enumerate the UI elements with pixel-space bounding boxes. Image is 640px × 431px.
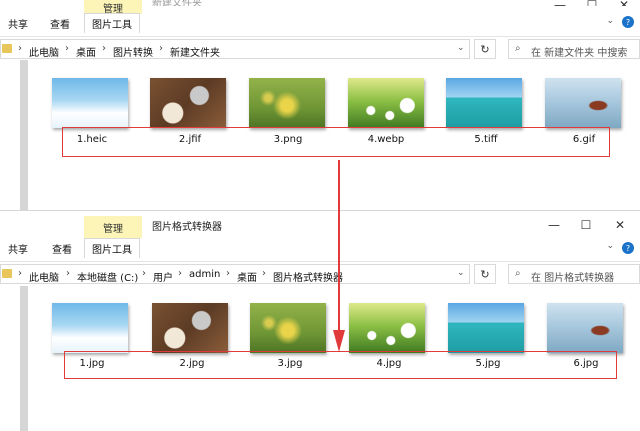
file-thumbnail[interactable]	[249, 78, 325, 128]
file-name[interactable]: 4.jpg	[376, 358, 401, 369]
tab-picture-tools[interactable]: 图片工具	[84, 13, 140, 33]
breadcrumb-item[interactable]: 此电脑	[29, 269, 59, 284]
breadcrumb-item[interactable]: 桌面	[237, 269, 257, 284]
file-thumbnail[interactable]	[547, 303, 623, 353]
help-icon[interactable]: ?	[622, 242, 634, 254]
file-thumbnail[interactable]	[52, 303, 128, 353]
file-name[interactable]: 4.webp	[368, 134, 405, 145]
search-icon: ⌕	[515, 268, 521, 279]
search-input[interactable]: ⌕ 在 图片格式转换器	[508, 264, 640, 284]
tab-manage[interactable]: 管理	[84, 0, 142, 15]
highlight-box	[62, 127, 610, 157]
breadcrumb-item[interactable]: 本地磁盘 (C:)	[77, 269, 138, 284]
address-row: › 此电脑 › 本地磁盘 (C:) › 用户 › admin › 桌面 › 图片…	[0, 261, 640, 286]
chevron-right-icon: ›	[18, 268, 22, 279]
breadcrumb-item[interactable]: 用户	[153, 269, 173, 284]
file-thumbnail[interactable]	[448, 303, 524, 353]
file-thumbnail[interactable]	[349, 303, 425, 353]
breadcrumb-item[interactable]: 此电脑	[29, 44, 59, 59]
ribbon-tabs: 管理 共享 查看 图片工具 ⌄ ?	[0, 214, 640, 262]
chevron-down-icon[interactable]: ⌄	[457, 43, 465, 53]
tab-share[interactable]: 共享	[8, 16, 28, 31]
search-icon: ⌕	[515, 43, 521, 54]
tab-picture-tools[interactable]: 图片工具	[84, 238, 140, 258]
breadcrumb-item[interactable]: 图片转换	[113, 44, 153, 59]
chevron-right-icon: ›	[18, 43, 22, 54]
file-name[interactable]: 3.jpg	[277, 358, 302, 369]
file-thumbnail[interactable]	[348, 78, 424, 128]
address-bar[interactable]: › 此电脑 › 本地磁盘 (C:) › 用户 › admin › 桌面 › 图片…	[0, 264, 470, 284]
file-name[interactable]: 3.png	[274, 134, 303, 145]
navigation-pane-scrollbar[interactable]	[20, 60, 28, 210]
file-name[interactable]: 6.jpg	[573, 358, 598, 369]
refresh-icon[interactable]: ↻	[474, 39, 496, 59]
chevron-right-icon: ›	[262, 268, 266, 279]
chevron-right-icon: ›	[226, 268, 230, 279]
folder-icon	[2, 269, 12, 278]
chevron-down-icon[interactable]: ⌄	[457, 268, 465, 278]
file-thumbnail[interactable]	[152, 303, 228, 353]
explorer-window-top: 新建文件夹 — ☐ ✕ 管理 共享 查看 图片工具 ⌄ ? › 此电脑 › 桌面…	[0, 0, 640, 210]
file-name[interactable]: 5.jpg	[475, 358, 500, 369]
ribbon-tabs: 管理 共享 查看 图片工具 ⌄ ?	[0, 0, 640, 33]
chevron-right-icon: ›	[159, 43, 163, 54]
folder-icon	[2, 44, 12, 53]
breadcrumb-item[interactable]: 桌面	[76, 44, 96, 59]
chevron-right-icon: ›	[65, 43, 69, 54]
chevron-right-icon: ›	[66, 268, 70, 279]
file-thumbnail[interactable]	[52, 78, 128, 128]
file-name[interactable]: 2.jfif	[179, 134, 201, 145]
tab-share[interactable]: 共享	[8, 241, 28, 256]
navigation-pane-scrollbar[interactable]	[20, 286, 28, 431]
chevron-right-icon: ›	[142, 268, 146, 279]
chevron-down-icon[interactable]: ⌄	[606, 16, 614, 26]
file-thumbnail[interactable]	[150, 78, 226, 128]
breadcrumb-item[interactable]: admin	[189, 269, 220, 280]
address-row: › 此电脑 › 桌面 › 图片转换 › 新建文件夹 ⌄ ↻ ⌕ 在 新建文件夹 …	[0, 36, 640, 61]
file-name[interactable]: 5.tiff	[474, 134, 497, 145]
explorer-window-bottom: 图片格式转换器 — ☐ ✕ 管理 共享 查看 图片工具 ⌄ ? › 此电脑 › …	[0, 214, 640, 431]
chevron-right-icon: ›	[102, 43, 106, 54]
red-arrow-icon	[333, 160, 345, 352]
tab-manage[interactable]: 管理	[84, 216, 142, 238]
refresh-icon[interactable]: ↻	[474, 264, 496, 284]
address-bar[interactable]: › 此电脑 › 桌面 › 图片转换 › 新建文件夹 ⌄	[0, 39, 470, 59]
tab-view[interactable]: 查看	[52, 241, 72, 256]
highlight-box	[64, 351, 617, 379]
file-name[interactable]: 2.jpg	[179, 358, 204, 369]
chevron-right-icon: ›	[178, 268, 182, 279]
file-thumbnail[interactable]	[446, 78, 522, 128]
tab-view[interactable]: 查看	[50, 16, 70, 31]
chevron-down-icon[interactable]: ⌄	[606, 241, 614, 251]
help-icon[interactable]: ?	[622, 16, 634, 28]
search-input[interactable]: ⌕ 在 新建文件夹 中搜索	[508, 39, 640, 59]
file-thumbnail[interactable]	[545, 78, 621, 128]
breadcrumb-item[interactable]: 新建文件夹	[170, 44, 220, 59]
file-name[interactable]: 6.gif	[573, 134, 595, 145]
file-thumbnail[interactable]	[250, 303, 326, 353]
file-name[interactable]: 1.heic	[77, 134, 107, 145]
file-name[interactable]: 1.jpg	[79, 358, 104, 369]
